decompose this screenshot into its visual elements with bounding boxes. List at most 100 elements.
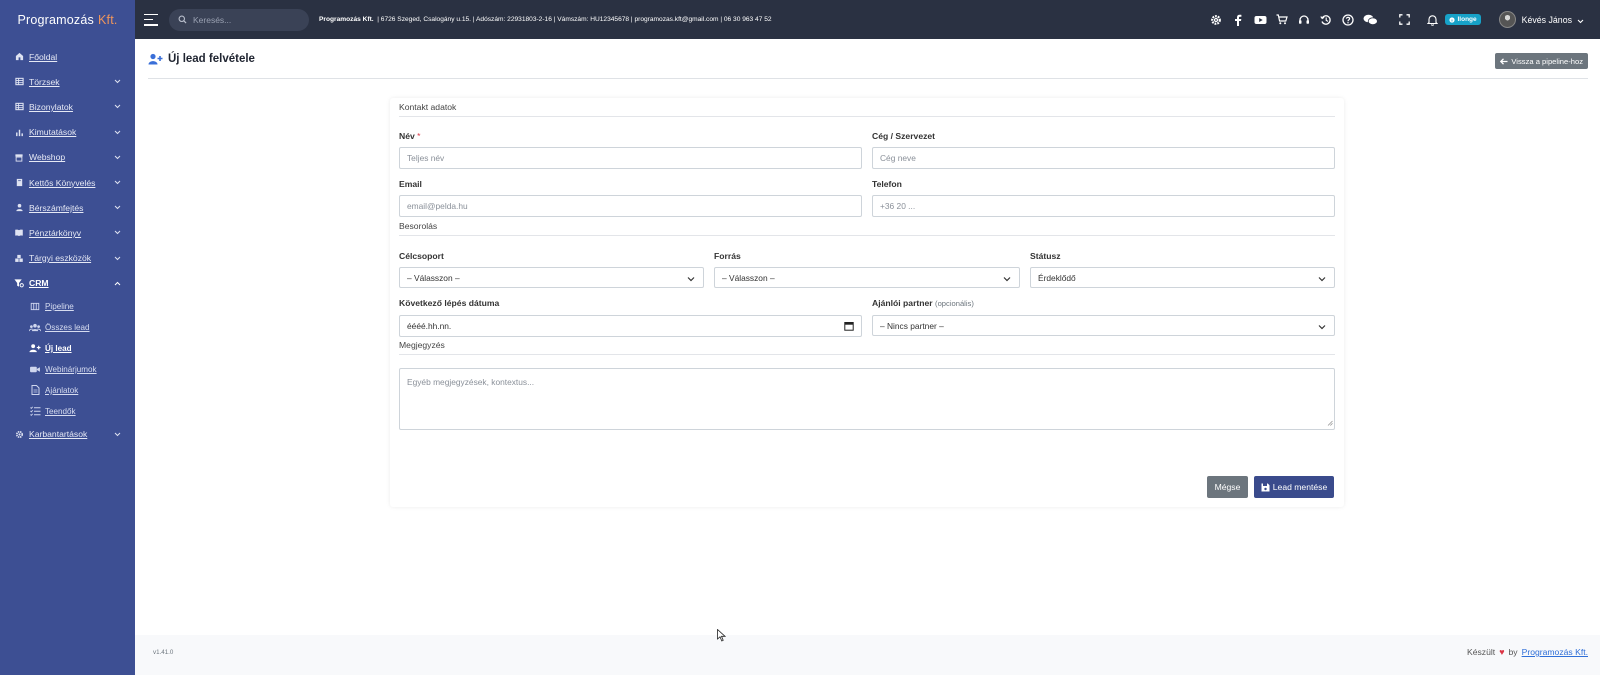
boxes-icon bbox=[14, 253, 24, 263]
sidebar-subitem-uj-lead[interactable]: Új lead bbox=[0, 338, 135, 359]
chat-icon[interactable] bbox=[1359, 9, 1381, 31]
cancel-button[interactable]: Mégse bbox=[1207, 476, 1248, 498]
user-menu[interactable]: Kévés János bbox=[1498, 11, 1584, 28]
status-select[interactable]: Érdeklődő bbox=[1030, 267, 1335, 288]
note-textarea[interactable]: Egyéb megjegyzések, kontextus... bbox=[399, 368, 1335, 430]
calendar-icon[interactable] bbox=[844, 321, 854, 333]
section-divider bbox=[399, 116, 1335, 117]
sidebar-item-label: Webshop bbox=[29, 152, 66, 163]
arrow-left-icon bbox=[1500, 57, 1508, 65]
resize-handle-icon[interactable] bbox=[1327, 418, 1333, 428]
status-value: Érdeklődő bbox=[1038, 272, 1076, 283]
chevron-down-icon bbox=[113, 78, 121, 86]
phone-placeholder: +36 20 ... bbox=[880, 201, 916, 211]
section-divider bbox=[399, 354, 1335, 355]
name-field[interactable]: Teljes név bbox=[399, 147, 862, 169]
brand-logo[interactable]: Programozás Kft. bbox=[0, 0, 135, 40]
email-field[interactable]: email@pelda.hu bbox=[399, 195, 862, 217]
sidebar-subitem-ajanlatok[interactable]: Ajánlatok bbox=[0, 380, 135, 401]
section-title-classification: Besorolás bbox=[399, 221, 438, 231]
bell-icon[interactable] bbox=[1421, 9, 1443, 31]
sidebar-item-label: Karbantartások bbox=[29, 429, 88, 440]
company-details: | 6726 Szeged, Csalogány u.15. | Adószám… bbox=[377, 16, 772, 23]
save-lead-button[interactable]: Lead mentése bbox=[1254, 476, 1334, 498]
mouse-cursor-icon bbox=[717, 628, 727, 645]
store-icon bbox=[14, 152, 24, 162]
note-placeholder: Egyéb megjegyzések, kontextus... bbox=[407, 377, 535, 387]
section-title-note: Megjegyzés bbox=[399, 340, 445, 350]
headset-icon[interactable] bbox=[1293, 9, 1315, 31]
sidebar-item-torzsek[interactable]: Törzsek bbox=[0, 69, 135, 94]
back-to-pipeline-button[interactable]: Vissza a pipeline-hoz bbox=[1495, 53, 1588, 69]
heart-icon: ♥ bbox=[1499, 647, 1505, 657]
sidebar-item-berszamfejtes[interactable]: Bérszámfejtés bbox=[0, 195, 135, 220]
sidebar-subitem-teendok[interactable]: Teendők bbox=[0, 401, 135, 422]
help-icon[interactable] bbox=[1337, 9, 1359, 31]
required-mark: * bbox=[417, 131, 421, 141]
book-open-icon bbox=[14, 228, 24, 238]
name-placeholder: Teljes név bbox=[407, 153, 445, 163]
sidebar-item-webshop[interactable]: Webshop bbox=[0, 145, 135, 170]
search-input[interactable] bbox=[193, 14, 293, 25]
sidebar: Programozás Kft. Főoldal Törzsek Bizonyl… bbox=[0, 0, 135, 675]
search-box[interactable] bbox=[169, 8, 309, 31]
next-step-date-field[interactable]: éééé.hh.nn. bbox=[399, 315, 862, 337]
phone-field[interactable]: +36 20 ... bbox=[872, 195, 1335, 217]
next-step-value: éééé.hh.nn. bbox=[407, 321, 452, 331]
sidebar-item-kimutatasok[interactable]: Kimutatások bbox=[0, 120, 135, 145]
sidebar-item-kettos-konyveles[interactable]: Kettős Könyvelés bbox=[0, 170, 135, 195]
email-label: Email bbox=[399, 179, 422, 189]
save-icon bbox=[1261, 483, 1270, 492]
gear-icon bbox=[14, 429, 24, 439]
sidebar-item-fooldal[interactable]: Főoldal bbox=[0, 44, 135, 69]
cart-icon[interactable] bbox=[1271, 9, 1293, 31]
user-plus-icon bbox=[148, 53, 163, 65]
menu-toggle-icon[interactable] bbox=[144, 13, 158, 26]
name-label: Név * bbox=[399, 131, 421, 141]
facebook-icon[interactable] bbox=[1227, 9, 1249, 31]
back-button-label: Vissza a pipeline-hoz bbox=[1511, 56, 1583, 66]
source-select[interactable]: – Válasszon – bbox=[714, 267, 1020, 288]
home-icon bbox=[14, 52, 24, 62]
brand-name: Programozás bbox=[17, 13, 94, 27]
chevron-down-icon bbox=[113, 128, 121, 136]
target-select[interactable]: – Válasszon – bbox=[399, 267, 704, 288]
chevron-down-icon bbox=[113, 179, 121, 187]
sidebar-item-crm[interactable]: CRM bbox=[0, 271, 135, 296]
sidebar-item-label: Pénztárkönyv bbox=[29, 227, 82, 238]
user-icon bbox=[14, 203, 24, 213]
sidebar-item-bizonylatok[interactable]: Bizonylatok bbox=[0, 94, 135, 119]
company-placeholder: Cég neve bbox=[880, 153, 916, 163]
chevron-down-icon bbox=[113, 103, 121, 111]
chevron-down-icon bbox=[113, 204, 121, 212]
fullscreen-icon[interactable] bbox=[1393, 9, 1415, 31]
status-badge[interactable]: Ilonge bbox=[1445, 14, 1481, 25]
company-label: Cég / Szervezet bbox=[872, 131, 936, 141]
topbar-icons: Ilonge Kévés János bbox=[1205, 0, 1600, 39]
sidebar-item-targyi-eszkozok[interactable]: Tárgyi eszközök bbox=[0, 246, 135, 271]
chevron-up-icon bbox=[113, 279, 121, 287]
chevron-down-icon bbox=[687, 274, 695, 284]
document-icon bbox=[29, 385, 41, 396]
youtube-icon[interactable] bbox=[1249, 9, 1271, 31]
chevron-down-icon bbox=[113, 153, 121, 161]
history-icon[interactable] bbox=[1315, 9, 1337, 31]
version-label: v1.41.0 bbox=[153, 649, 174, 656]
sidebar-subitem-pipeline[interactable]: Pipeline bbox=[0, 296, 135, 317]
settings-icon[interactable] bbox=[1205, 9, 1227, 31]
chevron-down-icon bbox=[1003, 274, 1011, 284]
users-icon bbox=[29, 322, 41, 332]
sidebar-item-label: Tárgyi eszközök bbox=[29, 253, 92, 264]
sidebar-subitem-webinariumok[interactable]: Webinárjumok bbox=[0, 359, 135, 380]
status-label: Státusz bbox=[1030, 251, 1061, 261]
tasks-icon bbox=[29, 406, 41, 417]
sidebar-item-karbantartasok[interactable]: Karbantartások bbox=[0, 422, 135, 447]
company-field[interactable]: Cég neve bbox=[872, 147, 1335, 169]
sidebar-subitem-osszes-lead[interactable]: Összes lead bbox=[0, 317, 135, 338]
sidebar-item-penztarkonyv[interactable]: Pénztárkönyv bbox=[0, 220, 135, 245]
book-icon bbox=[14, 178, 24, 188]
company-link[interactable]: Programozás Kft. bbox=[1522, 647, 1588, 657]
sidebar-nav: Főoldal Törzsek Bizonylatok Kimutatások … bbox=[0, 40, 135, 447]
partner-label: Ajánlói partner (opcionális) bbox=[872, 298, 974, 308]
partner-select[interactable]: – Nincs partner – bbox=[872, 315, 1335, 336]
